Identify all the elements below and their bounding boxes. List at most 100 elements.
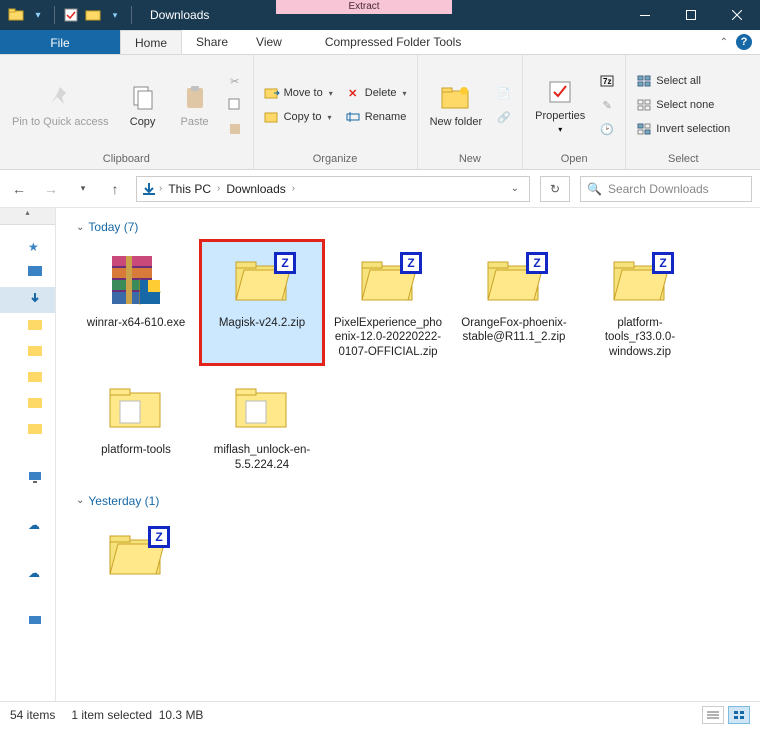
- file-item[interactable]: Z: [76, 516, 196, 594]
- group-label: Organize: [260, 151, 411, 167]
- chevron-right-icon[interactable]: ›: [292, 183, 295, 194]
- folder-qat-icon[interactable]: [85, 7, 101, 23]
- qat-dropdown-icon[interactable]: ▾: [107, 7, 123, 23]
- ribbon-group-organize: Move to▾ Copy to▾ ✕Delete▾ Rename Organi…: [254, 55, 418, 169]
- refresh-button[interactable]: ↻: [540, 176, 570, 202]
- nav-folder[interactable]: [0, 417, 55, 443]
- tab-compressed-tools[interactable]: Compressed Folder Tools: [309, 30, 478, 54]
- maximize-button[interactable]: [668, 0, 714, 30]
- paste-button[interactable]: Paste: [171, 80, 219, 131]
- history-button[interactable]: 🕑: [595, 118, 619, 140]
- group-label: Clipboard: [6, 151, 247, 167]
- file-item[interactable]: ZOrangeFox-phoenix-stable@R11.1_2.zip: [454, 242, 574, 363]
- contextual-tab: Extract: [276, 0, 452, 30]
- move-to-button[interactable]: Move to▾: [260, 82, 337, 104]
- search-input[interactable]: [608, 182, 745, 196]
- nav-onedrive-2[interactable]: ☁: [0, 561, 55, 587]
- file-thumbnail: Z: [230, 248, 294, 312]
- cut-button[interactable]: ✂: [223, 70, 247, 92]
- ribbon-group-select: Select all Select none Invert selection …: [626, 55, 740, 169]
- down-arrow-icon[interactable]: ▾: [30, 7, 46, 23]
- nav-desktop[interactable]: [0, 261, 55, 287]
- help-icon[interactable]: ?: [736, 34, 752, 50]
- file-item[interactable]: winrar-x64-610.exe: [76, 242, 196, 363]
- minimize-button[interactable]: [622, 0, 668, 30]
- paste-icon: [179, 82, 211, 114]
- file-item[interactable]: platform-tools: [76, 369, 196, 476]
- forward-button[interactable]: →: [40, 178, 62, 200]
- navigation-pane[interactable]: ▴ ★ ☁ ☁: [0, 208, 56, 701]
- icons-view-button[interactable]: [728, 706, 750, 724]
- copy-to-button[interactable]: Copy to▾: [260, 106, 337, 128]
- file-name: platform-tools: [101, 443, 171, 457]
- collapse-ribbon-icon[interactable]: ⌃: [720, 37, 728, 48]
- properties-button[interactable]: Properties ▾: [529, 74, 591, 136]
- breadcrumb-part[interactable]: This PC: [164, 182, 215, 196]
- invert-icon: [636, 121, 652, 137]
- dropdown-icon: ▾: [403, 89, 407, 98]
- paste-shortcut-icon: [227, 121, 243, 137]
- nav-downloads[interactable]: [0, 287, 55, 313]
- group-header[interactable]: ⌄ Yesterday (1): [76, 494, 748, 508]
- dropdown-icon: ▾: [329, 89, 333, 98]
- file-item[interactable]: Zplatform-tools_r33.0.0-windows.zip: [580, 242, 700, 363]
- file-item[interactable]: miflash_unlock-en-5.5.224.24: [202, 369, 322, 476]
- new-folder-icon: [440, 82, 472, 114]
- breadcrumb-dropdown[interactable]: ⌄: [505, 183, 525, 194]
- nav-folder[interactable]: [0, 391, 55, 417]
- file-thumbnail: [104, 375, 168, 439]
- tab-file[interactable]: File: [0, 30, 120, 54]
- nav-quick-access[interactable]: ★: [0, 235, 55, 261]
- file-item[interactable]: ZPixelExperience_phoenix-12.0-20220222-0…: [328, 242, 448, 363]
- history-icon: 🕑: [599, 121, 615, 137]
- nav-this-pc[interactable]: [0, 465, 55, 491]
- pin-to-quick-access-button[interactable]: Pin to Quick access: [6, 80, 115, 131]
- nav-pictures[interactable]: [0, 339, 55, 365]
- move-to-icon: [264, 85, 280, 101]
- breadcrumb[interactable]: › This PC › Downloads › ⌄: [136, 176, 530, 202]
- chevron-right-icon[interactable]: ›: [159, 183, 162, 194]
- chevron-right-icon[interactable]: ›: [217, 183, 220, 194]
- nav-folder[interactable]: [0, 365, 55, 391]
- folder-icon: [28, 318, 44, 334]
- delete-button[interactable]: ✕Delete▾: [341, 82, 411, 104]
- edit-icon: ✎: [599, 97, 615, 113]
- file-item[interactable]: ZMagisk-v24.2.zip: [202, 242, 322, 363]
- edit-button[interactable]: ✎: [595, 94, 619, 116]
- new-item-button[interactable]: 📄: [492, 82, 516, 104]
- scroll-up-button[interactable]: ▴: [0, 208, 55, 225]
- breadcrumb-part[interactable]: Downloads: [222, 182, 289, 196]
- group-label: Open: [529, 151, 619, 167]
- nav-network[interactable]: [0, 609, 55, 635]
- folder-icon: [28, 344, 44, 360]
- tab-home[interactable]: Home: [120, 30, 182, 54]
- copy-button[interactable]: Copy: [119, 80, 167, 131]
- back-button[interactable]: ←: [8, 178, 30, 200]
- chevron-down-icon: ⌄: [76, 222, 84, 233]
- file-list[interactable]: ⌄ Today (7) winrar-x64-610.exeZMagisk-v24…: [56, 208, 760, 701]
- file-thumbnail: Z: [356, 248, 420, 312]
- easy-access-button[interactable]: 🔗: [492, 106, 516, 128]
- tab-share[interactable]: Share: [182, 30, 242, 54]
- select-none-button[interactable]: Select none: [632, 94, 734, 116]
- group-header[interactable]: ⌄ Today (7): [76, 220, 748, 234]
- group-label: Select: [632, 151, 734, 167]
- nav-onedrive[interactable]: ☁: [0, 513, 55, 539]
- paste-shortcut-button[interactable]: [223, 118, 247, 140]
- rename-button[interactable]: Rename: [341, 106, 411, 128]
- open-button[interactable]: 7z: [595, 70, 619, 92]
- search-box[interactable]: 🔍: [580, 176, 752, 202]
- select-all-button[interactable]: Select all: [632, 70, 734, 92]
- pc-icon: [28, 470, 44, 486]
- new-folder-button[interactable]: New folder: [424, 80, 489, 131]
- nav-documents[interactable]: [0, 313, 55, 339]
- details-view-button[interactable]: [702, 706, 724, 724]
- chevron-down-icon: ⌄: [76, 495, 84, 506]
- invert-selection-button[interactable]: Invert selection: [632, 118, 734, 140]
- tab-view[interactable]: View: [242, 30, 296, 54]
- properties-icon[interactable]: [63, 7, 79, 23]
- close-button[interactable]: [714, 0, 760, 30]
- recent-dropdown[interactable]: ▾: [72, 178, 94, 200]
- copy-path-button[interactable]: [223, 94, 247, 116]
- up-button[interactable]: ↑: [104, 178, 126, 200]
